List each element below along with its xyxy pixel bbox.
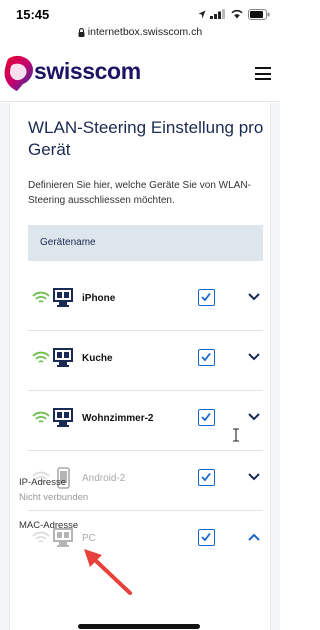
swisscom-logo-icon[interactable] bbox=[2, 53, 38, 93]
exclude-checkbox[interactable] bbox=[198, 529, 215, 546]
computer-icon bbox=[53, 348, 73, 367]
device-row: Wohnzimmer-2 bbox=[28, 391, 263, 451]
chevron-down-icon[interactable] bbox=[248, 413, 260, 421]
computer-icon bbox=[53, 288, 73, 307]
device-name: Android-2 bbox=[82, 473, 126, 484]
device-name: Wohnzimmer-2 bbox=[82, 413, 154, 424]
device-row: Kuche bbox=[28, 331, 263, 391]
ip-address-value: Nicht verbunden bbox=[19, 492, 89, 503]
checkmark-icon bbox=[201, 352, 211, 362]
annotation-arrow-icon bbox=[84, 549, 132, 595]
exclude-checkbox[interactable] bbox=[198, 349, 215, 366]
exclude-checkbox[interactable] bbox=[198, 469, 215, 486]
chevron-down-icon[interactable] bbox=[248, 293, 260, 301]
hamburger-icon[interactable] bbox=[255, 67, 271, 80]
wifi-signal-icon bbox=[32, 531, 50, 543]
signal-icon bbox=[210, 9, 225, 19]
device-name: Kuche bbox=[82, 353, 113, 364]
column-header: Gerätename bbox=[28, 225, 263, 261]
device-row: iPhone bbox=[28, 271, 263, 331]
device-name: iPhone bbox=[82, 293, 116, 304]
status-time: 15:45 bbox=[16, 7, 50, 22]
checkmark-icon bbox=[201, 412, 211, 422]
browser-url-bar[interactable]: internetbox.swisscom.ch bbox=[0, 26, 280, 42]
checkmark-icon bbox=[201, 472, 211, 482]
wifi-signal-icon bbox=[32, 411, 50, 423]
device-name: PC bbox=[82, 533, 96, 544]
computer-icon bbox=[53, 408, 73, 427]
wifi-signal-icon bbox=[32, 351, 50, 363]
mac-address-label: MAC-Adresse bbox=[19, 520, 79, 531]
location-icon bbox=[198, 10, 206, 18]
site-header: swisscom bbox=[0, 46, 280, 102]
page-title: WLAN-Steering Einstellung pro Gerät bbox=[28, 118, 264, 159]
checkmark-icon bbox=[201, 292, 211, 302]
page-background: WLAN-Steering Einstellung pro Gerät Defi… bbox=[0, 103, 280, 630]
wifi-status-icon bbox=[231, 9, 243, 19]
chevron-up-icon[interactable] bbox=[248, 533, 260, 541]
exclude-checkbox[interactable] bbox=[198, 409, 215, 426]
settings-card: WLAN-Steering Einstellung pro Gerät Defi… bbox=[9, 103, 271, 630]
battery-icon bbox=[248, 8, 270, 20]
ip-address-label: IP-Adresse bbox=[19, 477, 66, 488]
chevron-down-icon[interactable] bbox=[248, 473, 260, 481]
chevron-down-icon[interactable] bbox=[248, 353, 260, 361]
browser-url: internetbox.swisscom.ch bbox=[87, 26, 203, 38]
wifi-signal-icon bbox=[32, 291, 50, 303]
checkmark-icon bbox=[201, 532, 211, 542]
status-bar: 15:45 bbox=[0, 0, 280, 28]
brand-name[interactable]: swisscom bbox=[34, 58, 141, 85]
exclude-checkbox[interactable] bbox=[198, 289, 215, 306]
page-description: Definieren Sie hier, welche Geräte Sie v… bbox=[28, 180, 251, 206]
text-cursor-icon bbox=[233, 428, 239, 442]
home-indicator bbox=[78, 624, 200, 629]
lock-icon bbox=[78, 27, 85, 37]
status-icons bbox=[198, 8, 270, 20]
